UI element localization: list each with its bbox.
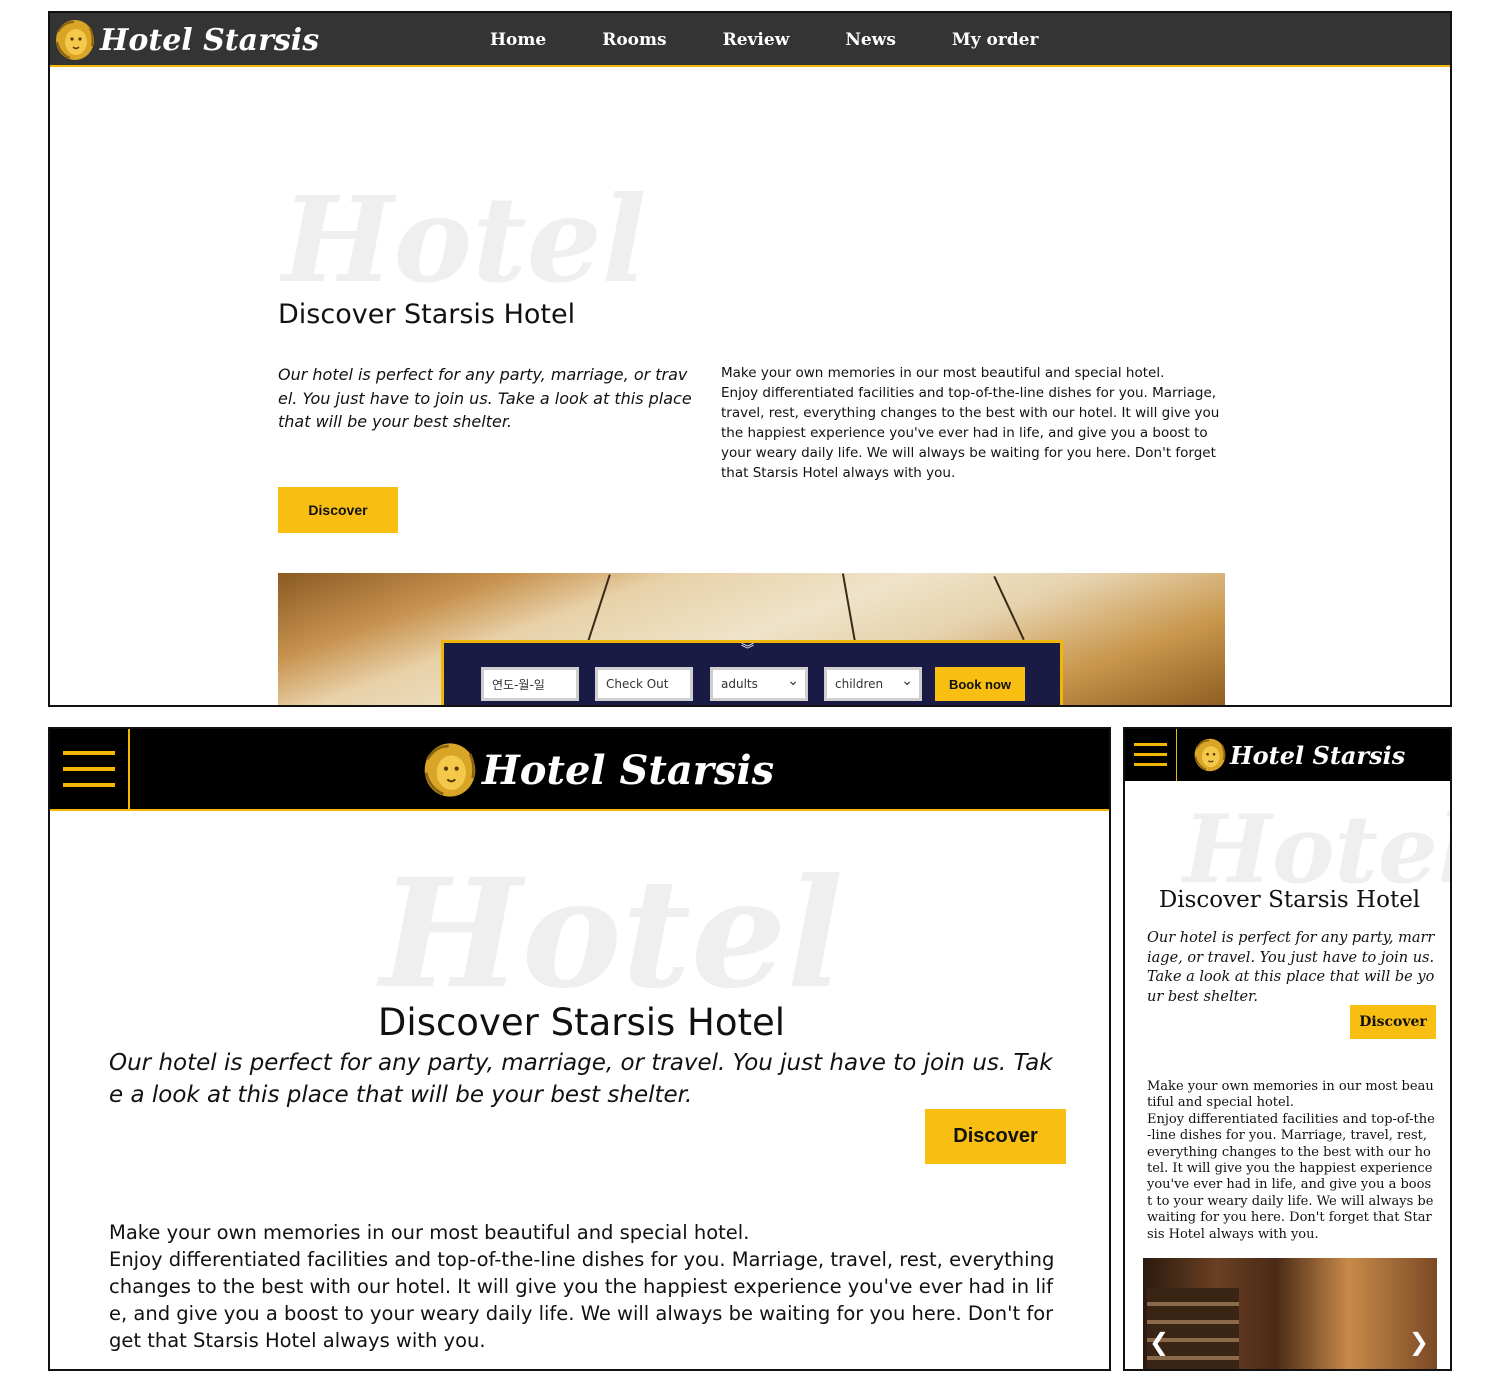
hamburger-menu-icon[interactable]: [1125, 729, 1177, 781]
discover-button[interactable]: Discover: [278, 487, 398, 533]
mobile-view: Hotel Starsis Hotel Discover Starsis Hot…: [1123, 727, 1452, 1371]
description-line-1: Make your own memories in our most beaut…: [109, 1221, 750, 1244]
description-line-1: Make your own memories in our most beaut…: [1147, 1079, 1434, 1111]
page-title: Discover Starsis Hotel: [278, 299, 576, 330]
brand-name: Hotel Starsis: [482, 746, 775, 794]
main-menu: Home Rooms Review News My order: [490, 13, 1094, 67]
lead-text: Our hotel is perfect for any party, marr…: [1147, 930, 1435, 1005]
page-title: Discover Starsis Hotel: [1158, 887, 1421, 913]
brand-name: Hotel Starsis: [100, 22, 320, 58]
brand-logo[interactable]: Hotel Starsis: [422, 739, 774, 801]
description-text: Make your own memories in our most beaut…: [109, 1219, 1059, 1354]
slider-next-icon[interactable]: ❯: [1409, 1328, 1429, 1356]
hotel-watermark: Hotel: [380, 846, 844, 1022]
lion-logo-icon: [424, 743, 476, 797]
tablet-view: Hotel Starsis Hotel Discover Starsis Hot…: [48, 727, 1111, 1371]
description-text: Make your own memories in our most beaut…: [1147, 1079, 1435, 1243]
image-slider: ❮ ❯: [1143, 1258, 1437, 1369]
discover-button[interactable]: Discover: [1350, 1005, 1436, 1039]
description-rest: Enjoy differentiated facilities and top-…: [109, 1248, 1055, 1352]
lead-text: Our hotel is perfect for any party, marr…: [278, 365, 692, 431]
nav-my-order[interactable]: My order: [952, 30, 1039, 50]
nav-review[interactable]: Review: [723, 30, 790, 50]
brand-logo[interactable]: Hotel Starsis: [54, 17, 319, 63]
page-title: Discover Starsis Hotel: [377, 1001, 786, 1044]
lion-logo-icon: [1194, 738, 1226, 772]
brand-logo[interactable]: Hotel Starsis: [1193, 734, 1405, 776]
brand-name: Hotel Starsis: [1230, 740, 1406, 770]
hotel-watermark: Hotel: [282, 170, 647, 309]
nav-home[interactable]: Home: [490, 30, 546, 50]
nav-rooms[interactable]: Rooms: [602, 30, 666, 50]
chevron-double-down-icon[interactable]: ︾: [741, 644, 754, 657]
book-now-button[interactable]: Book now: [935, 667, 1025, 701]
booking-bar: ︾ 연도-월-일 Check Out adults children Book …: [441, 640, 1063, 705]
lead-text: Our hotel is perfect for any party, marr…: [109, 1050, 1053, 1108]
top-navbar: Hotel Starsis: [50, 729, 1109, 811]
slider-prev-icon[interactable]: ❮: [1149, 1328, 1169, 1356]
description-rest: Enjoy differentiated facilities and top-…: [1147, 1111, 1435, 1242]
description-rest: Enjoy differentiated facilities and top-…: [721, 385, 1220, 481]
description-text: Make your own memories in our most beaut…: [721, 363, 1226, 483]
desktop-view: Hotel Starsis Home Rooms Review News My …: [48, 11, 1452, 707]
checkout-input[interactable]: Check Out: [595, 667, 693, 701]
checkin-input[interactable]: 연도-월-일: [481, 667, 579, 701]
hotel-watermark: Hotel: [1183, 795, 1452, 905]
hamburger-menu-icon[interactable]: [50, 729, 130, 809]
top-navbar: Hotel Starsis: [1125, 729, 1450, 781]
children-select[interactable]: children: [824, 667, 922, 701]
lion-logo-icon: [56, 20, 94, 60]
adults-select[interactable]: adults: [710, 667, 808, 701]
description-line-1: Make your own memories in our most beaut…: [721, 365, 1165, 381]
discover-button[interactable]: Discover: [925, 1109, 1066, 1164]
nav-news[interactable]: News: [845, 30, 896, 50]
top-navbar: Hotel Starsis Home Rooms Review News My …: [50, 13, 1450, 67]
